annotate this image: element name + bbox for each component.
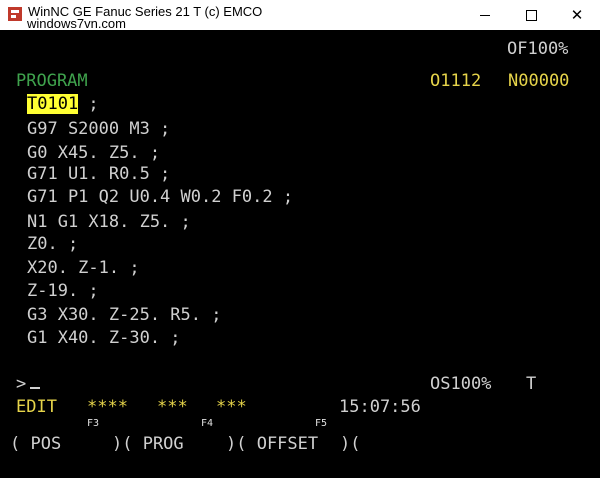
program-line-9[interactable]: Z-19. ; [27, 281, 99, 301]
program-line-8[interactable]: X20. Z-1. ; [27, 258, 140, 278]
program-line-5[interactable]: G71 P1 Q2 U0.4 W0.2 F0.2 ; [27, 187, 293, 207]
app-icon [8, 7, 22, 21]
close-icon: ✕ [570, 5, 584, 24]
maximize-icon [525, 9, 537, 21]
edit-mode: EDIT [16, 397, 57, 417]
program-number: O1112 [430, 71, 482, 91]
watermark-text: windows7vn.com [27, 16, 126, 31]
status-stars-2: *** [157, 397, 188, 417]
cursor-highlight: T0101 [27, 94, 79, 114]
minimize-icon [480, 14, 490, 16]
sequence-number: N00000 [508, 71, 570, 91]
minimize-button[interactable] [462, 0, 508, 30]
title-bar: WinNC GE Fanuc Series 21 T (c) EMCO wind… [0, 0, 600, 31]
softkey-offset[interactable]: )( OFFSET [226, 434, 318, 454]
program-line-1[interactable]: T0101 ; [27, 94, 99, 114]
mode-label: PROGRAM [16, 71, 88, 91]
program-line-11[interactable]: G1 X40. Z-30. ; [27, 328, 181, 348]
maximize-button[interactable] [508, 0, 554, 30]
cnc-screen: OF100% PROGRAM O1112 N00000 T0101 ; G97 … [0, 30, 600, 478]
program-line-10[interactable]: G3 X30. Z-25. R5. ; [27, 305, 221, 325]
close-button[interactable]: ✕ [554, 0, 600, 30]
program-line-7[interactable]: Z0. ; [27, 234, 78, 254]
fkey-f3: F3 [87, 418, 100, 429]
softkey-prog[interactable]: )( PROG [112, 434, 184, 454]
program-line-4[interactable]: G71 U1. R0.5 ; [27, 164, 170, 184]
input-prompt: > [16, 374, 27, 394]
program-line-6[interactable]: N1 G1 X18. Z5. ; [27, 212, 191, 232]
program-line-3[interactable]: G0 X45. Z5. ; [27, 143, 160, 163]
status-stars-1: **** [87, 397, 128, 417]
feed-override: OF100% [507, 39, 569, 59]
softkey-pos[interactable]: ( POS [10, 434, 61, 454]
input-cursor [30, 387, 41, 389]
input-line[interactable]: > [16, 374, 41, 394]
clock: 15:07:56 [339, 397, 421, 417]
program-line-2[interactable]: G97 S2000 M3 ; [27, 119, 170, 139]
status-stars-3: *** [216, 397, 247, 417]
spindle-override: OS100% [430, 374, 492, 394]
channel-indicator: T [526, 374, 537, 394]
softkey-next[interactable]: )( [340, 434, 360, 454]
fkey-f4: F4 [201, 418, 214, 429]
fkey-f5: F5 [315, 418, 328, 429]
